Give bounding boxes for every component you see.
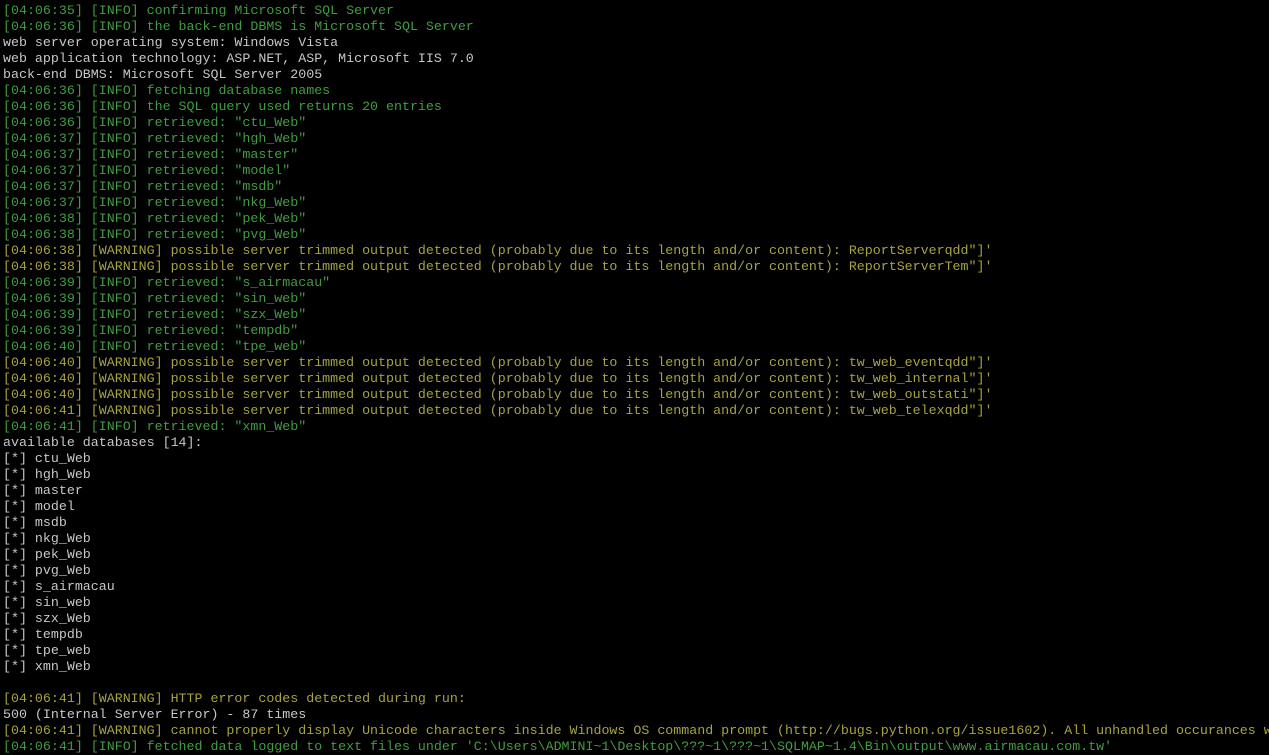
console-line: [*] msdb: [3, 515, 67, 530]
console-line: web server operating system: Windows Vis…: [3, 35, 339, 50]
console-line: [04:06:40] [INFO] retrieved: "tpe_web": [3, 339, 307, 354]
console-line: [04:06:41] [INFO] fetched data logged to…: [3, 739, 1113, 754]
console-line: [04:06:40] [WARNING] possible server tri…: [3, 355, 993, 370]
console-line: [04:06:38] [WARNING] possible server tri…: [3, 243, 993, 258]
console-line: [*] pvg_Web: [3, 563, 91, 578]
console-line: [04:06:37] [INFO] retrieved: "master": [3, 147, 299, 162]
console-line: [04:06:41] [WARNING] possible server tri…: [3, 403, 993, 418]
console-line: [04:06:37] [INFO] retrieved: "hgh_Web": [3, 131, 307, 146]
console-line: [04:06:39] [INFO] retrieved: "sin_web": [3, 291, 307, 306]
console-line: [04:06:36] [INFO] the back-end DBMS is M…: [3, 19, 474, 34]
console-line: [*] master: [3, 483, 83, 498]
console-line: [*] szx_Web: [3, 611, 91, 626]
console-line: [*] xmn_Web: [3, 659, 91, 674]
console-line: [*] hgh_Web: [3, 467, 91, 482]
console-line: [*] tempdb: [3, 627, 83, 642]
console-line: [04:06:35] [INFO] confirming Microsoft S…: [3, 3, 394, 18]
console-line: [04:06:41] [INFO] retrieved: "xmn_Web": [3, 419, 307, 434]
console-window[interactable]: [04:06:35] [INFO] confirming Microsoft S…: [3, 3, 1269, 755]
console-line: available databases [14]:: [3, 435, 203, 450]
console-line: [04:06:38] [WARNING] possible server tri…: [3, 259, 993, 274]
console-line: [*] ctu_Web: [3, 451, 91, 466]
console-line: [04:06:37] [INFO] retrieved: "msdb": [3, 179, 283, 194]
console-line: [*] s_airmacau: [3, 579, 115, 594]
console-line: web application technology: ASP.NET, ASP…: [3, 51, 474, 66]
console-line: [04:06:36] [INFO] the SQL query used ret…: [3, 99, 442, 114]
console-line: [*] nkg_Web: [3, 531, 91, 546]
console-line: [04:06:39] [INFO] retrieved: "tempdb": [3, 323, 299, 338]
console-line: [04:06:41] [WARNING] cannot properly dis…: [3, 723, 1269, 738]
console-line: [04:06:40] [WARNING] possible server tri…: [3, 387, 993, 402]
console-line: [*] model: [3, 499, 75, 514]
console-line: [04:06:39] [INFO] retrieved: "szx_Web": [3, 307, 307, 322]
console-line: [04:06:38] [INFO] retrieved: "pvg_Web": [3, 227, 307, 242]
console-line: [04:06:38] [INFO] retrieved: "pek_Web": [3, 211, 307, 226]
console-line: [04:06:37] [INFO] retrieved: "model": [3, 163, 291, 178]
console-line: [04:06:40] [WARNING] possible server tri…: [3, 371, 993, 386]
console-line: [*] tpe_web: [3, 643, 91, 658]
console-line: [04:06:39] [INFO] retrieved: "s_airmacau…: [3, 275, 331, 290]
console-line: 500 (Internal Server Error) - 87 times: [3, 707, 307, 722]
console-line: [04:06:37] [INFO] retrieved: "nkg_Web": [3, 195, 307, 210]
console-line: [*] sin_web: [3, 595, 91, 610]
console-line: back-end DBMS: Microsoft SQL Server 2005: [3, 67, 323, 82]
console-line: [*] pek_Web: [3, 547, 91, 562]
console-line: [04:06:36] [INFO] fetching database name…: [3, 83, 331, 98]
console-line: [04:06:36] [INFO] retrieved: "ctu_Web": [3, 115, 307, 130]
console-line: [04:06:41] [WARNING] HTTP error codes de…: [3, 691, 466, 706]
